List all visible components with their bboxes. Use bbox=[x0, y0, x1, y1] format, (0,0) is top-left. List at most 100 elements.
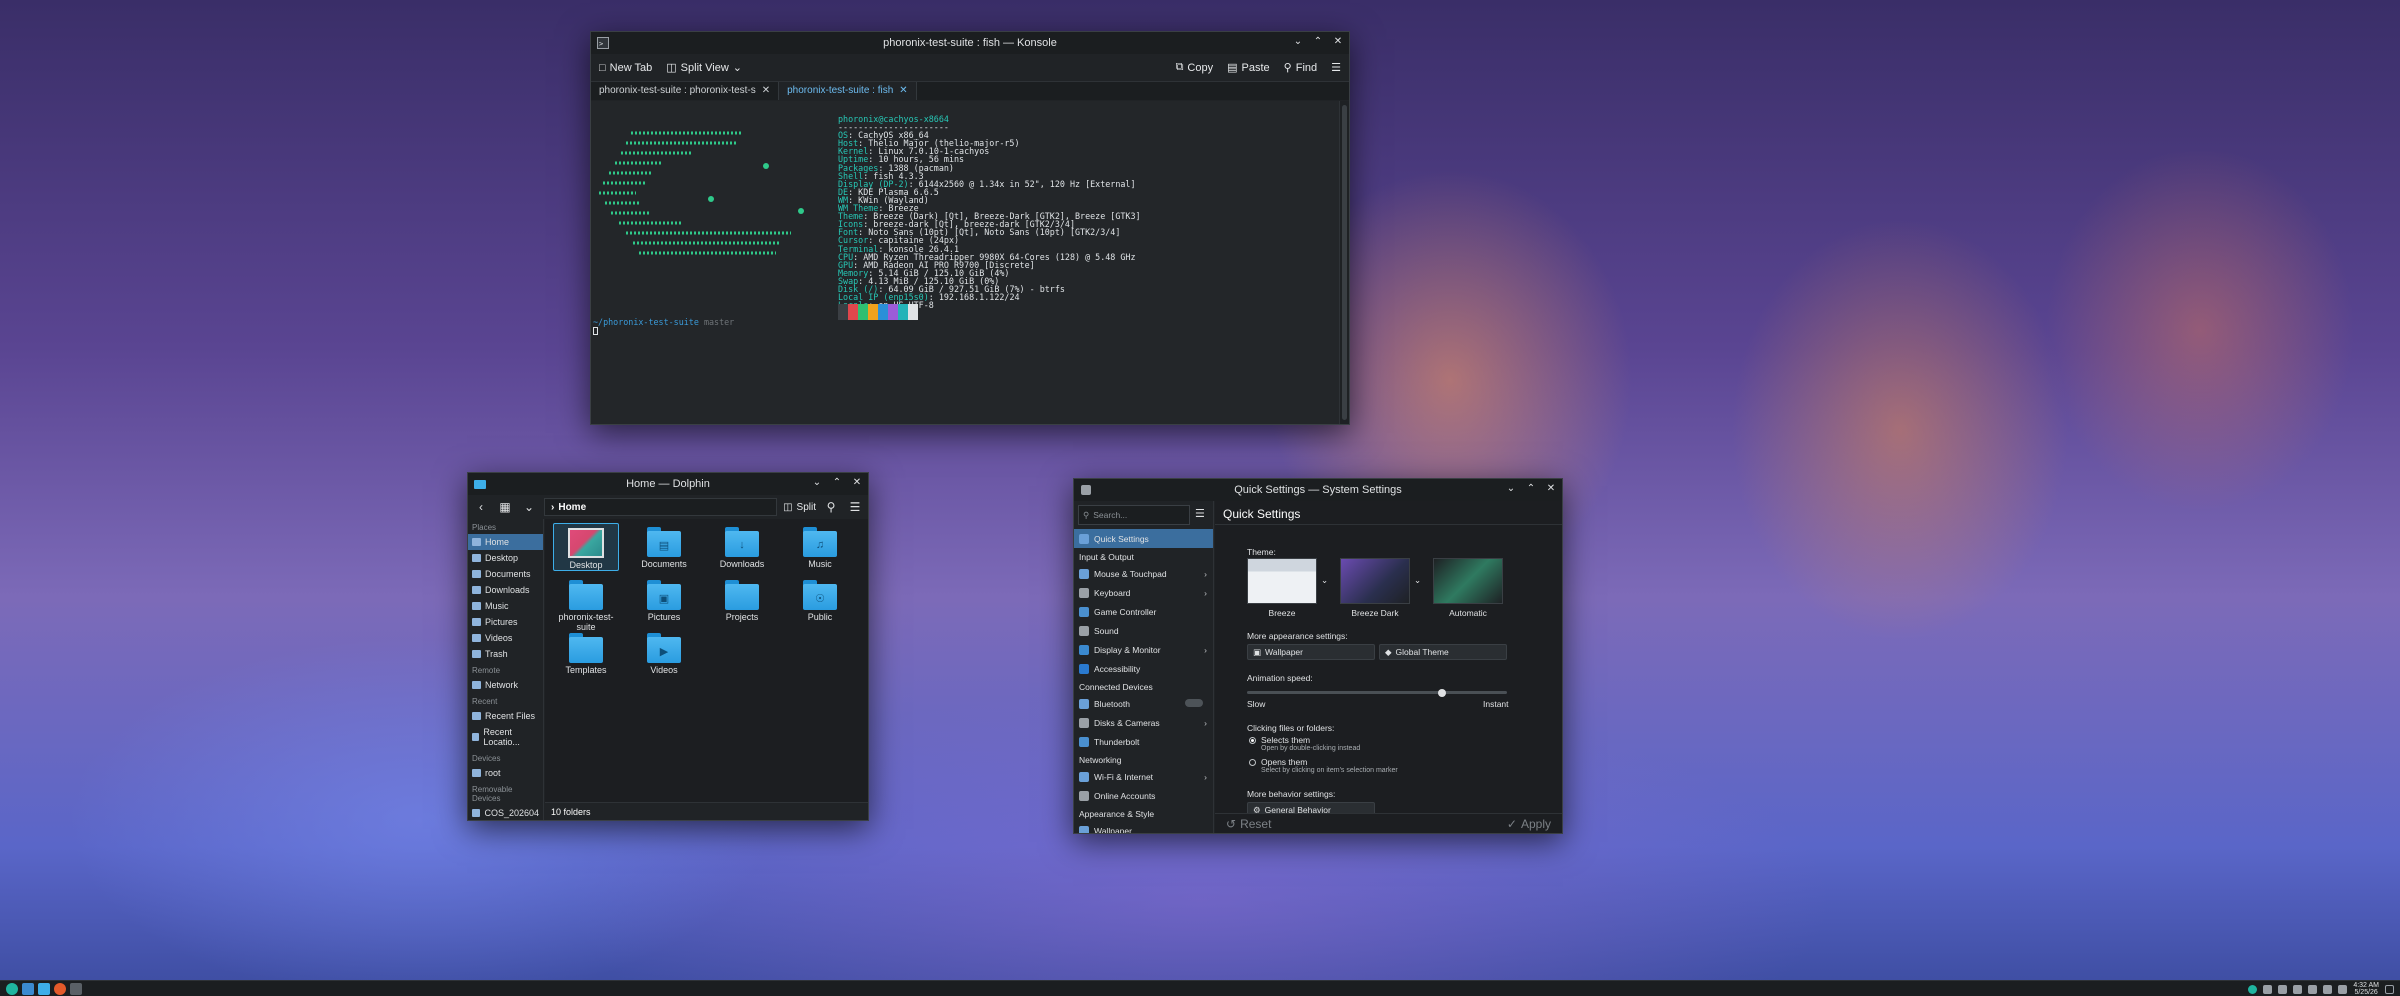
folder-item[interactable]: ▶ Videos bbox=[631, 629, 697, 675]
reset-button[interactable]: ↺ Reset bbox=[1221, 816, 1276, 832]
find-button[interactable]: ⚲ Find bbox=[1284, 61, 1317, 75]
global-theme-button[interactable]: ◆ Global Theme bbox=[1379, 644, 1507, 660]
place-item[interactable]: Trash bbox=[468, 646, 543, 662]
theme-automatic-thumb[interactable] bbox=[1433, 558, 1503, 604]
minimize-icon[interactable]: ⌄ bbox=[810, 476, 824, 490]
close-icon[interactable]: ✕ bbox=[1544, 482, 1558, 496]
show-desktop-icon[interactable] bbox=[2385, 984, 2394, 994]
sidebar-item-quick-settings[interactable]: Quick Settings bbox=[1074, 529, 1213, 548]
sidebar-item-connected[interactable]: Thunderbolt bbox=[1074, 732, 1213, 751]
sidebar-item-input[interactable]: Accessibility bbox=[1074, 659, 1213, 678]
place-item[interactable]: Home bbox=[468, 534, 543, 550]
sidebar-item-input[interactable]: Mouse & Touchpad › bbox=[1074, 564, 1213, 583]
close-icon[interactable]: ✕ bbox=[850, 476, 864, 490]
konsole-titlebar[interactable]: > phoronix-test-suite : fish — Konsole ⌄… bbox=[591, 32, 1349, 54]
settings-taskbar-icon[interactable] bbox=[22, 982, 34, 995]
dolphin-titlebar[interactable]: Home — Dolphin ⌄ ⌃ ✕ bbox=[468, 473, 868, 495]
theme-breeze-thumb[interactable] bbox=[1247, 558, 1317, 604]
chevron-up-icon[interactable] bbox=[2338, 984, 2348, 994]
terminal-area[interactable]: phoronix@cachyos-x8664 -----------------… bbox=[591, 101, 1339, 424]
konsole-taskbar-icon[interactable] bbox=[70, 982, 82, 995]
bluetooth-icon[interactable] bbox=[2293, 984, 2303, 994]
dolphin-window[interactable]: Home — Dolphin ⌄ ⌃ ✕ ‹ ▦ ⌄ › Home ◫ Split … bbox=[467, 472, 869, 821]
folder-item[interactable]: ☉ Public bbox=[787, 576, 853, 622]
place-item[interactable]: Recent Locatio... bbox=[468, 724, 543, 750]
wallpaper-button[interactable]: ▣ Wallpaper bbox=[1247, 644, 1375, 660]
close-icon[interactable]: ✕ bbox=[1331, 35, 1345, 49]
place-item[interactable]: Videos bbox=[468, 630, 543, 646]
network-icon[interactable] bbox=[2323, 984, 2333, 994]
folder-item[interactable]: Templates bbox=[553, 629, 619, 675]
file-manager-taskbar-icon[interactable] bbox=[38, 982, 50, 995]
folder-item[interactable]: ▤ Documents bbox=[631, 523, 697, 569]
hamburger-menu-icon[interactable]: ☰ bbox=[846, 498, 864, 516]
clock[interactable]: 4:32 AM 5/25/26 bbox=[2353, 982, 2379, 996]
chevron-down-icon[interactable]: ⌄ bbox=[520, 498, 538, 516]
theme-breeze-dark-thumb[interactable] bbox=[1340, 558, 1410, 604]
maximize-icon[interactable]: ⌃ bbox=[830, 476, 844, 490]
search-icon[interactable]: ⚲ bbox=[822, 498, 840, 516]
volume-icon[interactable] bbox=[2278, 984, 2288, 994]
folder-item[interactable]: ♫ Music bbox=[787, 523, 853, 569]
opens-them-radio[interactable] bbox=[1249, 759, 1256, 766]
chevron-down-icon[interactable]: ⌄ bbox=[1414, 575, 1421, 586]
place-item[interactable]: Recent Files bbox=[468, 708, 543, 724]
settings-titlebar[interactable]: Quick Settings — System Settings ⌄ ⌃ ✕ bbox=[1074, 479, 1562, 501]
folder-item[interactable]: Desktop bbox=[553, 523, 619, 571]
display-icon[interactable] bbox=[2308, 984, 2318, 994]
clipboard-icon[interactable] bbox=[2263, 984, 2273, 994]
split-button[interactable]: ◫ Split bbox=[783, 502, 816, 513]
tab-close-icon[interactable]: ✕ bbox=[899, 85, 907, 97]
sidebar-item-connected[interactable]: Bluetooth bbox=[1074, 694, 1213, 713]
system-settings-window[interactable]: Quick Settings — System Settings ⌄ ⌃ ✕ ⚲… bbox=[1073, 478, 1563, 834]
sidebar-item-input[interactable]: Keyboard › bbox=[1074, 583, 1213, 602]
selects-them-radio[interactable] bbox=[1249, 737, 1256, 744]
folder-item[interactable]: phoronix-test-suite bbox=[553, 576, 619, 632]
place-item[interactable]: COS_202604 bbox=[468, 805, 543, 820]
sidebar-item-input[interactable]: Sound bbox=[1074, 621, 1213, 640]
minimize-icon[interactable]: ⌄ bbox=[1504, 482, 1518, 496]
place-item[interactable]: Network bbox=[468, 677, 543, 693]
scrollbar-thumb[interactable] bbox=[1342, 105, 1347, 420]
maximize-icon[interactable]: ⌃ bbox=[1524, 482, 1538, 496]
animation-slider-track[interactable] bbox=[1247, 691, 1507, 694]
place-item[interactable]: Downloads bbox=[468, 582, 543, 598]
terminal-scrollbar[interactable] bbox=[1339, 101, 1349, 424]
place-item[interactable]: Pictures bbox=[468, 614, 543, 630]
firefox-taskbar-icon[interactable] bbox=[54, 982, 66, 995]
tab-2[interactable]: phoronix-test-suite : fish ✕ bbox=[779, 82, 917, 100]
sidebar-item-network[interactable]: Wi-Fi & Internet › bbox=[1074, 767, 1213, 786]
sidebar-item-appearance[interactable]: Wallpaper bbox=[1074, 821, 1213, 833]
location-bar[interactable]: › Home bbox=[544, 498, 778, 516]
search-field[interactable]: ⚲ Search... bbox=[1078, 505, 1190, 525]
back-arrow-icon[interactable]: ‹ bbox=[472, 498, 490, 516]
updates-icon[interactable] bbox=[2248, 984, 2258, 994]
folder-item[interactable]: ↓ Downloads bbox=[709, 523, 775, 569]
place-item[interactable]: Desktop bbox=[468, 550, 543, 566]
sidebar-item-connected[interactable]: Disks & Cameras › bbox=[1074, 713, 1213, 732]
bluetooth-toggle[interactable] bbox=[1185, 699, 1203, 707]
new-tab-button[interactable]: □ New Tab bbox=[599, 62, 652, 74]
hamburger-menu-icon[interactable]: ☰ bbox=[1331, 61, 1341, 74]
apply-button[interactable]: ✓ Apply bbox=[1502, 816, 1556, 832]
hamburger-menu-icon[interactable]: ☰ bbox=[1195, 507, 1205, 520]
view-mode-icon[interactable]: ▦ bbox=[496, 498, 514, 516]
file-view[interactable]: Desktop ▤ Documents ↓ Downloads ♫ Music phoroni… bbox=[545, 519, 868, 802]
copy-button[interactable]: ⧉ Copy bbox=[1176, 61, 1214, 74]
tab-close-icon[interactable]: ✕ bbox=[762, 85, 770, 97]
place-item[interactable]: Music bbox=[468, 598, 543, 614]
folder-item[interactable]: Projects bbox=[709, 576, 775, 622]
konsole-window[interactable]: > phoronix-test-suite : fish — Konsole ⌄… bbox=[590, 31, 1350, 425]
chevron-down-icon[interactable]: ⌄ bbox=[1321, 575, 1328, 586]
animation-slider-handle[interactable] bbox=[1438, 689, 1446, 697]
place-item[interactable]: Documents bbox=[468, 566, 543, 582]
maximize-icon[interactable]: ⌃ bbox=[1311, 35, 1325, 49]
sidebar-item-input[interactable]: Game Controller bbox=[1074, 602, 1213, 621]
minimize-icon[interactable]: ⌄ bbox=[1291, 35, 1305, 49]
folder-item[interactable]: ▣ Pictures bbox=[631, 576, 697, 622]
paste-button[interactable]: ▤ Paste bbox=[1227, 61, 1270, 75]
sidebar-item-network[interactable]: Online Accounts bbox=[1074, 786, 1213, 805]
split-view-button[interactable]: ◫ Split View ⌄ bbox=[666, 61, 742, 75]
app-launcher-icon[interactable] bbox=[6, 982, 18, 995]
sidebar-item-input[interactable]: Display & Monitor › bbox=[1074, 640, 1213, 659]
